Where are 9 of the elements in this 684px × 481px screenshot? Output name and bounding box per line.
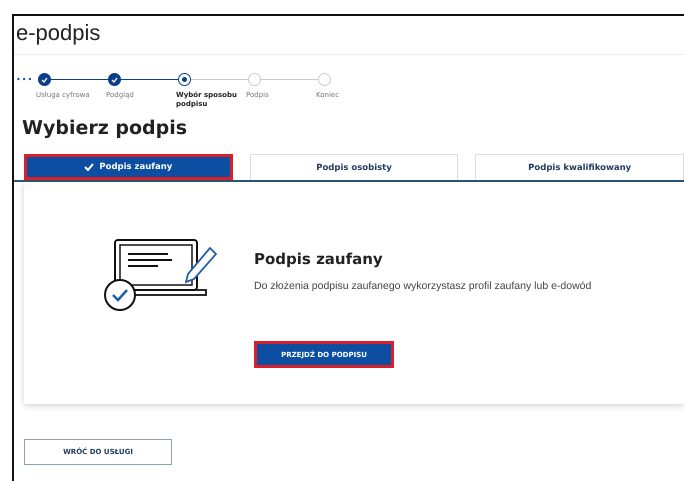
- panel-title: Podpis zaufany: [254, 250, 383, 268]
- tab[interactable]: Podpis zaufany: [24, 154, 233, 180]
- panel-description: Do złożenia podpisu zaufanego wykorzystasz profil zaufany lub e-dowód: [254, 280, 592, 292]
- tab[interactable]: Podpis kwalifikowany: [475, 154, 684, 180]
- page-heading: Wybierz podpis: [22, 117, 188, 141]
- check-icon: [84, 163, 94, 171]
- more-steps-icon[interactable]: •••: [16, 73, 38, 84]
- tab[interactable]: Podpis osobisty: [250, 154, 458, 180]
- app-title: e-podpis: [14, 16, 684, 55]
